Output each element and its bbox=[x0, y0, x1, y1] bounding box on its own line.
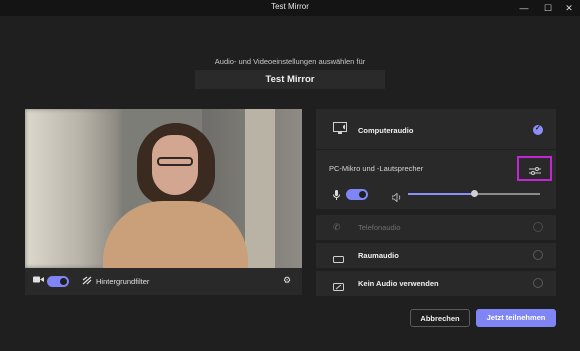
camera-toggle[interactable] bbox=[47, 276, 69, 287]
background-filter-icon[interactable] bbox=[82, 276, 92, 287]
audio-device-label: PC-Mikro und -Lautsprecher bbox=[329, 164, 424, 173]
device-settings-button[interactable] bbox=[517, 156, 552, 181]
microphone-toggle[interactable] bbox=[346, 189, 368, 200]
computer-audio-icon bbox=[333, 122, 348, 140]
join-now-button[interactable]: Jetzt teilnehmen bbox=[476, 309, 556, 327]
no-audio-label[interactable]: Kein Audio verwenden bbox=[358, 279, 439, 288]
phone-icon: ✆ bbox=[333, 222, 341, 232]
room-audio-radio[interactable] bbox=[533, 250, 543, 260]
computer-audio-radio[interactable] bbox=[533, 124, 543, 135]
background-filter-label[interactable]: Hintergrundfilter bbox=[96, 277, 149, 286]
phone-audio-label[interactable]: Telefonaudio bbox=[358, 223, 401, 232]
settings-sliders-icon bbox=[529, 163, 541, 181]
volume-slider-fill bbox=[408, 193, 474, 195]
camera-icon bbox=[33, 275, 44, 286]
no-audio-radio[interactable] bbox=[533, 278, 543, 288]
room-audio-option[interactable]: Raumaudio bbox=[316, 243, 556, 268]
video-controls-bar: Hintergrundfilter ⚙ bbox=[25, 268, 302, 295]
speaker-icon bbox=[391, 189, 402, 207]
room-audio-label[interactable]: Raumaudio bbox=[358, 251, 399, 260]
no-audio-icon bbox=[333, 279, 344, 297]
window-title: Test Mirror bbox=[271, 2, 309, 11]
phone-audio-option[interactable]: ✆ Telefonaudio bbox=[316, 215, 556, 240]
minimize-icon[interactable]: — bbox=[516, 1, 532, 15]
computer-audio-label[interactable]: Computeraudio bbox=[358, 126, 413, 135]
title-bar: Test Mirror — ☐ ✕ bbox=[0, 0, 580, 16]
volume-slider-thumb[interactable] bbox=[471, 190, 478, 197]
settings-subtitle: Audio- und Videoeinstellungen auswählen … bbox=[214, 57, 366, 66]
volume-slider[interactable] bbox=[408, 190, 540, 197]
meeting-name: Test Mirror bbox=[195, 70, 385, 89]
cancel-button[interactable]: Abbrechen bbox=[410, 309, 470, 327]
maximize-icon[interactable]: ☐ bbox=[540, 1, 556, 15]
gear-icon[interactable]: ⚙ bbox=[283, 275, 291, 286]
close-icon[interactable]: ✕ bbox=[561, 1, 577, 15]
no-audio-option[interactable]: Kein Audio verwenden bbox=[316, 271, 556, 296]
phone-audio-radio[interactable] bbox=[533, 222, 543, 232]
video-preview bbox=[25, 109, 302, 268]
microphone-icon bbox=[333, 188, 340, 206]
room-audio-icon bbox=[333, 251, 344, 269]
